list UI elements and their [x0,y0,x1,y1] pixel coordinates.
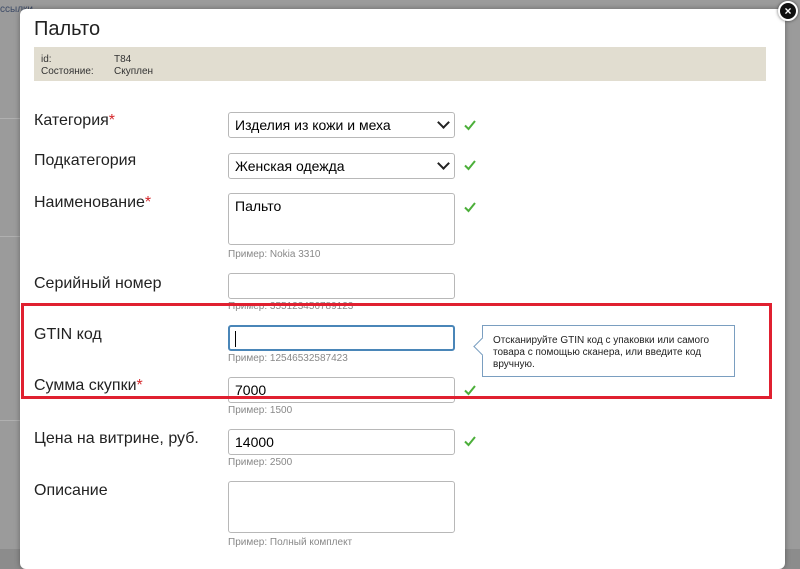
gtin-label: GTIN код [34,326,102,343]
showcase-price-input[interactable]: 14000 [228,429,455,455]
subcategory-value: Женская одежда [235,158,345,174]
gtin-tooltip: Отсканируйте GTIN код с упаковки или сам… [473,325,735,377]
check-icon [464,385,476,396]
category-select[interactable]: Изделия из кожи и меха [228,112,455,138]
text-caret [235,331,236,348]
check-icon [464,436,476,447]
serial-input[interactable] [228,273,455,299]
name-value: Пальто [235,198,282,214]
serial-label: Серийный номер [34,275,162,292]
chevron-down-icon [437,157,450,170]
category-value: Изделия из кожи и меха [235,117,391,133]
serial-hint: Пример: 355123456789123 [228,301,354,312]
background-divider [0,236,20,237]
showcase-price-label: Цена на витрине, руб. [34,430,199,447]
category-label: Категория* [34,112,116,129]
close-icon[interactable]: × [778,1,798,21]
edit-item-modal: Пальто id: T84 Состояние: Скуплен Катего… [20,9,785,569]
name-label: Наименование* [34,194,152,211]
description-hint: Пример: Полный комплект [228,537,353,548]
required-mark: * [144,194,152,211]
background-divider [0,420,20,421]
name-textarea[interactable]: Пальто [228,193,455,245]
status-label: Состояние: [41,66,94,77]
purchase-sum-hint: Пример: 1500 [228,405,293,416]
subcategory-label: Подкатегория [34,152,137,169]
purchase-sum-label: Сумма скупки* [34,377,143,394]
check-icon [464,120,476,131]
showcase-price-value: 14000 [235,434,274,450]
gtin-hint: Пример: 12546532587423 [228,353,348,364]
required-mark: * [136,377,143,394]
showcase-price-hint: Пример: 2500 [228,457,293,468]
id-label: id: [41,54,52,65]
check-icon [464,160,476,171]
tooltip-text: Отсканируйте GTIN код с упаковки или сам… [493,335,710,370]
required-mark: * [108,112,116,129]
purchase-sum-input[interactable]: 7000 [228,377,455,403]
name-hint: Пример: Nokia 3310 [228,249,321,260]
chevron-down-icon [437,116,450,129]
purchase-sum-value: 7000 [235,382,267,398]
description-textarea[interactable] [228,481,455,533]
check-icon [464,202,476,213]
tooltip-arrow [473,337,492,356]
item-info-panel: id: T84 Состояние: Скуплен [34,47,766,81]
background-divider [0,118,20,119]
subcategory-select[interactable]: Женская одежда [228,153,455,179]
description-label: Описание [34,482,108,499]
id-value: T84 [114,54,132,65]
gtin-input[interactable] [228,325,455,351]
modal-title: Пальто [34,18,101,40]
status-value: Скуплен [114,66,154,77]
